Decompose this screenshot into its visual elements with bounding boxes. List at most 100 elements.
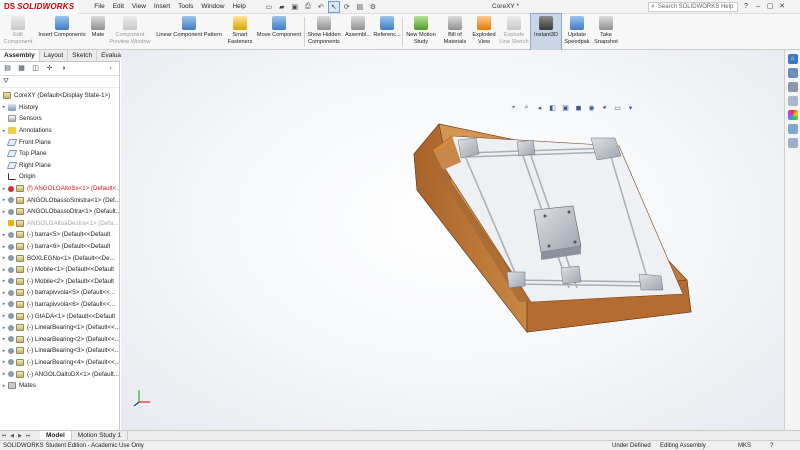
apply-scene-icon[interactable]: ▭ bbox=[613, 103, 622, 112]
menu-file[interactable]: File bbox=[90, 0, 108, 14]
previous-tab-icon[interactable]: ◀ bbox=[8, 433, 16, 439]
solidworks-logo[interactable]: DS SOLIDWORKS bbox=[0, 0, 79, 14]
undo-icon[interactable]: ↶ bbox=[316, 2, 326, 12]
hide-show-items-icon[interactable]: ◉ bbox=[587, 103, 596, 112]
menu-edit[interactable]: Edit bbox=[109, 0, 128, 14]
expand-arrow-icon[interactable]: ▸ bbox=[0, 336, 8, 342]
expand-arrow-icon[interactable]: ▸ bbox=[0, 325, 8, 331]
expand-arrow-icon[interactable]: ▸ bbox=[0, 267, 8, 273]
tab-model[interactable]: Model bbox=[40, 430, 72, 441]
expand-arrow-icon[interactable]: ▸ bbox=[0, 209, 8, 215]
instant3d-button[interactable]: Instant3D bbox=[530, 13, 562, 51]
smart-fasteners-button[interactable]: Smart Fasteners bbox=[226, 14, 254, 50]
new-document-icon[interactable]: ▭ bbox=[264, 2, 274, 12]
expand-arrow-icon[interactable]: ▸ bbox=[0, 301, 8, 307]
insert-components-button[interactable]: Insert Components bbox=[36, 14, 88, 50]
dimxpert-manager-icon[interactable]: ✛ bbox=[45, 64, 54, 73]
tree-root[interactable]: CoreXY (Default<Display State-1>) bbox=[0, 90, 119, 102]
tab-motion-study[interactable]: Motion Study 1 bbox=[72, 430, 129, 441]
show-hidden-components-button[interactable]: Show Hidden Components bbox=[305, 14, 343, 50]
file-explorer-icon[interactable] bbox=[787, 82, 798, 92]
help-icon[interactable]: ? bbox=[740, 0, 752, 14]
tree-item[interactable]: ▸ History bbox=[0, 102, 119, 114]
first-tab-icon[interactable]: ⏮ bbox=[0, 433, 8, 439]
tree-item[interactable]: Top Plane bbox=[0, 148, 119, 160]
maximize-icon[interactable]: ▢ bbox=[764, 0, 776, 14]
reference-geometry-button[interactable]: Referenc... bbox=[373, 14, 401, 50]
expand-arrow-icon[interactable]: ▸ bbox=[0, 278, 8, 284]
menu-insert[interactable]: Insert bbox=[150, 0, 174, 14]
view-settings-icon[interactable]: ▾ bbox=[626, 103, 635, 112]
expand-arrow-icon[interactable]: ▸ bbox=[0, 128, 8, 134]
expand-arrow-icon[interactable]: ▸ bbox=[0, 197, 8, 203]
expand-arrow-icon[interactable]: ▸ bbox=[0, 383, 8, 389]
options-gear-icon[interactable]: ⚙ bbox=[368, 2, 378, 12]
expand-arrow-icon[interactable]: ▸ bbox=[0, 313, 8, 319]
open-folder-icon[interactable]: ▰ bbox=[277, 2, 287, 12]
expand-arrow-icon[interactable]: ▸ bbox=[0, 244, 8, 250]
last-tab-icon[interactable]: ⏭ bbox=[24, 433, 32, 439]
forum-icon[interactable] bbox=[787, 138, 798, 148]
component-preview-window-button[interactable]: Component Preview Window bbox=[108, 14, 152, 50]
display-style-icon[interactable]: ◼ bbox=[574, 103, 583, 112]
appearances-icon[interactable] bbox=[787, 110, 798, 120]
tree-item[interactable]: ▸ (-) LinearBearing<2> (Default<<... bbox=[0, 333, 119, 345]
zoom-to-fit-icon[interactable]: ⌖ bbox=[509, 103, 518, 112]
help-search-input[interactable]: ⌕ Search SOLIDWORKS Help bbox=[648, 2, 738, 12]
tree-item[interactable]: Sensors bbox=[0, 113, 119, 125]
corexy-3d-model[interactable] bbox=[121, 50, 784, 430]
select-arrow-icon[interactable]: ↖ bbox=[327, 0, 340, 13]
new-motion-study-button[interactable]: New Motion Study bbox=[403, 14, 439, 50]
tree-item[interactable]: ▸ ANGOLObassoSinistra<1> (Def... bbox=[0, 194, 119, 206]
zoom-area-icon[interactable]: ⌕ bbox=[522, 103, 531, 112]
custom-properties-icon[interactable] bbox=[787, 124, 798, 134]
exploded-view-button[interactable]: Exploded View bbox=[471, 14, 497, 50]
mate-button[interactable]: Mate bbox=[89, 14, 107, 50]
tree-item[interactable]: ▸ (-) LinearBearing<1> (Default<<... bbox=[0, 322, 119, 334]
expand-arrow-icon[interactable]: ▸ bbox=[0, 104, 8, 110]
configuration-manager-icon[interactable]: ◫ bbox=[31, 64, 40, 73]
bill-of-materials-button[interactable]: Bill of Materials bbox=[440, 14, 470, 50]
expand-arrow-icon[interactable]: ▸ bbox=[0, 371, 8, 377]
tree-item[interactable]: ▸ (-) LinearBearing<3> (Default<<... bbox=[0, 345, 119, 357]
view-orientation-icon[interactable]: ▣ bbox=[561, 103, 570, 112]
tree-item[interactable]: ▸ (-) barra<6> (Default<<Default bbox=[0, 241, 119, 253]
tree-item[interactable]: ▸ (-) barrapivvola<5> (Default<<... bbox=[0, 287, 119, 299]
display-manager-icon[interactable]: ◑ bbox=[59, 64, 68, 73]
expand-arrow-icon[interactable]: ▸ bbox=[0, 186, 8, 192]
graphics-area[interactable]: ⌖ ⌕ ◂ ◧ ▣ ◼ ◉ ◕ ▭ ▾ bbox=[121, 50, 784, 430]
close-icon[interactable]: ✕ bbox=[776, 0, 788, 14]
tree-item[interactable]: ▸ Mates bbox=[0, 380, 119, 392]
tree-item[interactable]: ▸ (-) ANGOLOaltoDX<1> (Default... bbox=[0, 368, 119, 380]
tree-item[interactable]: Right Plane bbox=[0, 160, 119, 172]
previous-view-icon[interactable]: ◂ bbox=[535, 103, 544, 112]
edit-appearance-icon[interactable]: ◕ bbox=[600, 103, 609, 112]
tab-assembly[interactable]: Assembly bbox=[0, 50, 40, 61]
feature-manager-tree-icon[interactable]: ▤ bbox=[3, 64, 12, 73]
menu-help[interactable]: Help bbox=[228, 0, 249, 14]
tree-item[interactable]: ▸ (-) Mobile<2> (Default<<Default bbox=[0, 276, 119, 288]
tree-item[interactable]: Front Plane bbox=[0, 136, 119, 148]
expand-arrow-icon[interactable]: ▸ bbox=[0, 232, 8, 238]
help-icon[interactable]: ? bbox=[770, 441, 773, 450]
section-view-icon[interactable]: ◧ bbox=[548, 103, 557, 112]
property-manager-icon[interactable]: ▦ bbox=[17, 64, 26, 73]
file-properties-icon[interactable]: ▤ bbox=[355, 2, 365, 12]
tree-item[interactable]: ▸ (-) LinearBearing<4> (Default<<... bbox=[0, 357, 119, 369]
tree-item[interactable]: ▸ (-) Mobile<1> (Default<<Default bbox=[0, 264, 119, 276]
status-units[interactable]: MKS bbox=[738, 441, 751, 450]
tree-item[interactable]: ▸ Annotations bbox=[0, 125, 119, 137]
tree-item[interactable]: Origin bbox=[0, 171, 119, 183]
expand-arrow-icon[interactable]: ▸ bbox=[0, 348, 8, 354]
tree-item[interactable]: ▸ (-) GIADA<1> (Default<<Default bbox=[0, 310, 119, 322]
edit-component-button[interactable]: Edit Component bbox=[2, 14, 34, 50]
home-icon[interactable]: ⌂ bbox=[787, 54, 798, 64]
take-snapshot-button[interactable]: Take Snapshot bbox=[593, 14, 619, 50]
chevron-right-icon[interactable]: › bbox=[106, 64, 115, 73]
save-icon[interactable]: ▣ bbox=[290, 2, 300, 12]
next-tab-icon[interactable]: ▶ bbox=[16, 433, 24, 439]
design-library-icon[interactable] bbox=[787, 68, 798, 78]
expand-arrow-icon[interactable]: ▸ bbox=[0, 359, 8, 365]
expand-arrow-icon[interactable]: ▸ bbox=[0, 255, 8, 261]
expand-arrow-icon[interactable]: ▸ bbox=[0, 290, 8, 296]
